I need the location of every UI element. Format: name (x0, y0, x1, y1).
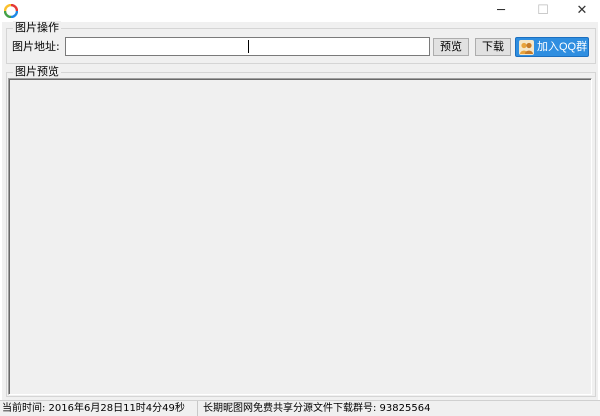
join-qq-group-label: 加入QQ群 (537, 41, 588, 53)
app-logo-icon (3, 3, 19, 19)
maximize-button[interactable]: ☐ (528, 0, 558, 22)
close-icon: ✕ (576, 3, 588, 18)
url-label: 图片地址: (12, 40, 60, 53)
preview-button[interactable]: 预览 (433, 38, 469, 56)
minimize-icon: ─ (497, 3, 505, 18)
join-qq-group-button[interactable]: 加入QQ群 (515, 37, 589, 57)
download-button[interactable]: 下载 (475, 38, 511, 56)
title-bar[interactable]: ─ ☐ ✕ (0, 0, 600, 22)
image-preview-area (8, 78, 592, 395)
client-area: 图片操作 图片地址: 预览 下载 加入QQ群 图片预览 (2, 21, 598, 400)
minimize-button[interactable]: ─ (486, 0, 516, 22)
image-ops-group-title: 图片操作 (13, 21, 61, 35)
status-group-info: 长期昵图网免费共享分源文件下载群号: 93825564 (203, 403, 431, 414)
maximize-icon: ☐ (537, 3, 549, 18)
image-preview-group-title: 图片预览 (13, 65, 61, 79)
qq-group-icon (519, 40, 534, 55)
status-current-time: 当前时间: 2016年6月28日11时4分49秒 (2, 401, 198, 416)
status-bar: 当前时间: 2016年6月28日11时4分49秒 长期昵图网免费共享分源文件下载… (0, 400, 600, 416)
close-button[interactable]: ✕ (567, 0, 597, 22)
text-caret (248, 40, 249, 53)
